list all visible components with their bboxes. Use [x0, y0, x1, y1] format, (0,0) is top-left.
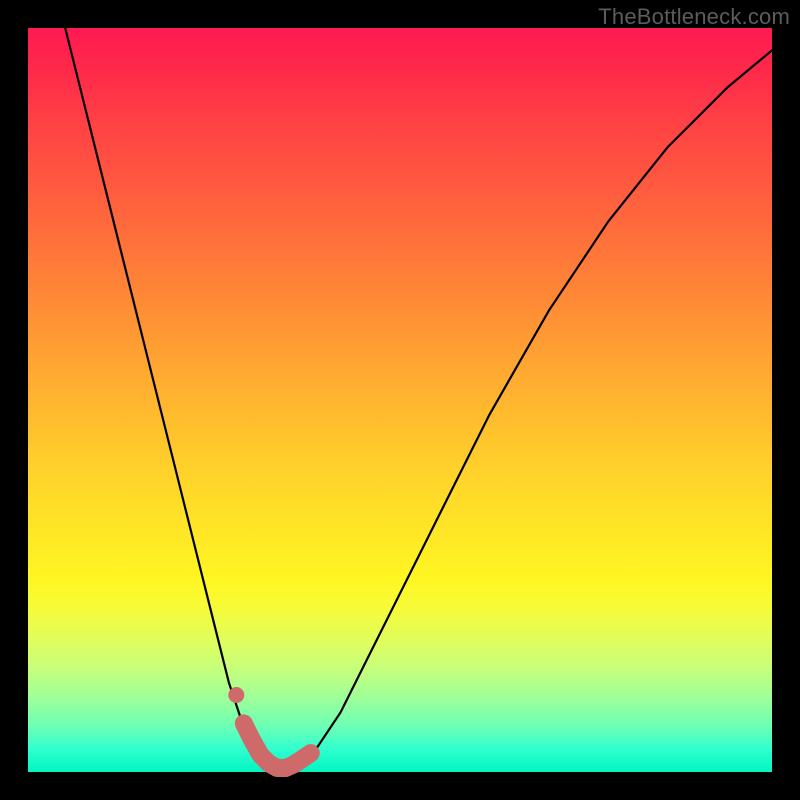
optimum-dot-marker: [228, 687, 244, 703]
optimum-range-marker: [244, 723, 311, 768]
watermark-text: TheBottleneck.com: [598, 4, 790, 30]
chart-frame: TheBottleneck.com: [0, 0, 800, 800]
curve-svg: [28, 28, 772, 772]
bottleneck-curve: [65, 28, 772, 772]
plot-area: [28, 28, 772, 772]
